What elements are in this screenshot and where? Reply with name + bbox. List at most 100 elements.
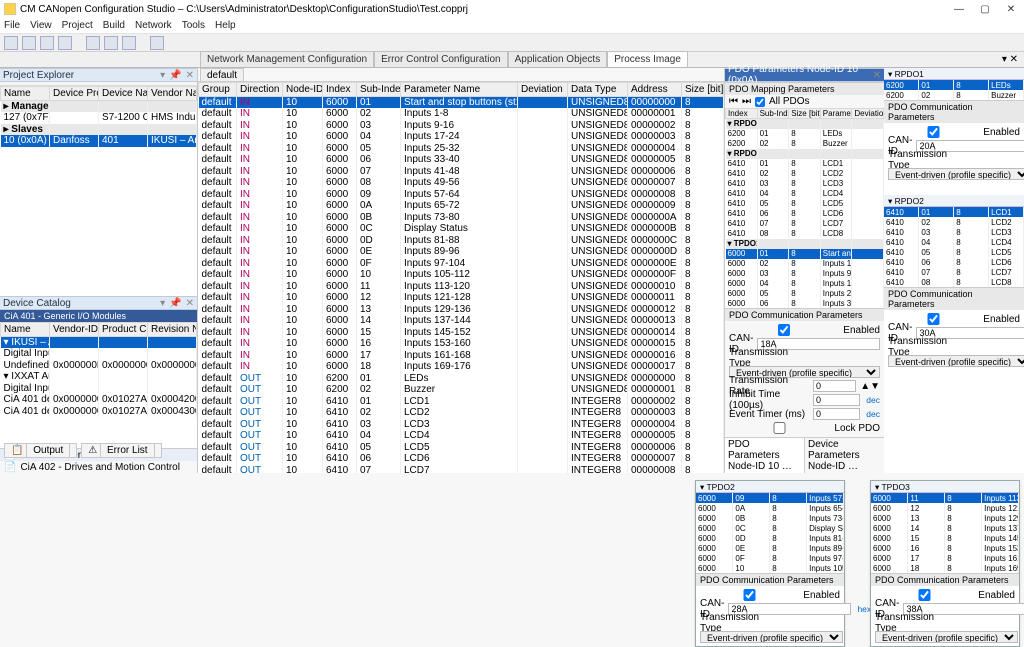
cell[interactable]: 6410 bbox=[323, 419, 357, 431]
cell[interactable]: Undefined bbox=[1, 360, 50, 372]
tt-select[interactable]: Event-driven (profile specific) bbox=[700, 631, 843, 643]
cell[interactable]: Inputs 105-112 bbox=[807, 563, 844, 573]
cell[interactable]: 8 bbox=[954, 257, 989, 267]
cell[interactable]: 03 bbox=[919, 227, 954, 237]
cell[interactable]: LCD1 bbox=[401, 396, 518, 408]
cell[interactable] bbox=[50, 101, 99, 113]
cell[interactable]: OUT bbox=[237, 453, 283, 465]
cell[interactable]: 6410 bbox=[726, 159, 758, 169]
cell[interactable]: 8 bbox=[770, 543, 807, 553]
cell[interactable]: INTEGER8 bbox=[568, 396, 628, 408]
cell[interactable]: 6000 bbox=[696, 533, 733, 543]
cell[interactable]: OUT bbox=[237, 373, 283, 385]
cell[interactable] bbox=[148, 337, 197, 349]
trans-rate-input[interactable] bbox=[813, 380, 856, 392]
tab-application-objects[interactable]: Application Objects bbox=[508, 51, 608, 67]
cell[interactable]: 10 bbox=[283, 200, 323, 212]
tab-overflow[interactable]: ▾ ✕ bbox=[996, 52, 1024, 67]
cell[interactable]: default bbox=[199, 304, 237, 316]
cell[interactable]: Inputs 33-40 bbox=[820, 299, 852, 309]
cell[interactable]: 10 bbox=[283, 154, 323, 166]
menu-build[interactable]: Build bbox=[103, 20, 125, 31]
cell[interactable]: ▾ TPDO1 bbox=[726, 239, 758, 249]
cell[interactable]: 6000 bbox=[323, 315, 357, 327]
cell[interactable] bbox=[50, 371, 99, 383]
cell[interactable]: LEDs bbox=[401, 373, 518, 385]
cell[interactable]: LCD3 bbox=[989, 227, 1024, 237]
cell[interactable]: ▾ RPDO1 bbox=[726, 119, 758, 129]
col-header[interactable]: Index bbox=[726, 109, 758, 119]
cell[interactable]: LCD5 bbox=[401, 442, 518, 454]
cell[interactable] bbox=[518, 430, 568, 442]
cell[interactable]: 8 bbox=[682, 189, 724, 201]
cell[interactable]: 03 bbox=[757, 179, 789, 189]
cell[interactable]: Inputs 169-176 bbox=[401, 361, 518, 373]
cell[interactable]: 8 bbox=[682, 223, 724, 235]
cell[interactable]: Inputs 9-16 bbox=[401, 120, 518, 132]
cell[interactable]: 07 bbox=[919, 267, 954, 277]
cell[interactable]: LEDs bbox=[989, 80, 1024, 90]
cell[interactable]: 8 bbox=[682, 327, 724, 339]
cell[interactable] bbox=[99, 371, 148, 383]
cell[interactable]: UNSIGNED8 bbox=[568, 292, 628, 304]
cell[interactable]: 00000006 bbox=[628, 166, 682, 178]
cell[interactable]: Inputs 113-120 bbox=[982, 493, 1019, 503]
cell[interactable]: 10 bbox=[283, 120, 323, 132]
cell[interactable]: LCD2 bbox=[820, 169, 852, 179]
cell[interactable]: OUT bbox=[237, 419, 283, 431]
cell[interactable]: 6000 bbox=[726, 269, 758, 279]
cell[interactable]: LEDs bbox=[820, 129, 852, 139]
col-header[interactable]: Revision Num… bbox=[148, 323, 197, 337]
cell[interactable]: Digital Input/Digital Output/Analogue In… bbox=[1, 383, 50, 395]
cell[interactable]: IN bbox=[237, 177, 283, 189]
pin-icon[interactable]: 📌 bbox=[169, 70, 181, 81]
cell[interactable]: default bbox=[199, 384, 237, 396]
cell[interactable] bbox=[99, 101, 148, 113]
cell[interactable]: default bbox=[199, 166, 237, 178]
cell[interactable]: 10 bbox=[283, 131, 323, 143]
cell[interactable]: 09 bbox=[733, 493, 770, 503]
cell[interactable]: Inputs 129-136 bbox=[982, 513, 1019, 523]
cell[interactable] bbox=[852, 279, 884, 289]
cell[interactable] bbox=[852, 229, 884, 239]
cell[interactable]: 8 bbox=[945, 543, 982, 553]
close-button[interactable]: ✕ bbox=[1002, 4, 1020, 15]
cell[interactable]: 6410 bbox=[884, 277, 919, 287]
cell[interactable] bbox=[518, 235, 568, 247]
cell[interactable]: 6200 bbox=[884, 90, 919, 100]
cell[interactable]: 10 bbox=[283, 442, 323, 454]
cell[interactable]: LCD7 bbox=[989, 267, 1024, 277]
all-pdos-checkbox[interactable] bbox=[755, 97, 765, 107]
cell[interactable]: 12 bbox=[357, 292, 401, 304]
cell[interactable]: 8 bbox=[789, 249, 821, 259]
cell[interactable]: 10 bbox=[283, 166, 323, 178]
cell[interactable]: 8 bbox=[945, 523, 982, 533]
catalog-tab-402[interactable]: 📄CiA 402 - Drives and Motion Control bbox=[0, 461, 197, 473]
cell[interactable]: 10 bbox=[283, 258, 323, 270]
cell[interactable]: 8 bbox=[682, 430, 724, 442]
cell[interactable]: 0D bbox=[733, 533, 770, 543]
cell[interactable]: 10 bbox=[283, 361, 323, 373]
cell[interactable]: Inputs 161-168 bbox=[401, 350, 518, 362]
cell[interactable] bbox=[518, 361, 568, 373]
cell[interactable]: 10 bbox=[283, 338, 323, 350]
group-dropdown[interactable]: default bbox=[200, 68, 244, 81]
cell[interactable]: 02 bbox=[757, 139, 789, 149]
cell[interactable]: IN bbox=[237, 338, 283, 350]
menu-tools[interactable]: Tools bbox=[182, 20, 205, 31]
cell[interactable]: 05 bbox=[757, 199, 789, 209]
cell[interactable]: 00000017 bbox=[628, 361, 682, 373]
cell[interactable]: LCD6 bbox=[820, 209, 852, 219]
cell[interactable]: UNSIGNED8 bbox=[568, 223, 628, 235]
cell[interactable]: 10 bbox=[283, 396, 323, 408]
cell[interactable] bbox=[99, 124, 148, 136]
inhibit-input[interactable] bbox=[813, 394, 860, 406]
cell[interactable] bbox=[99, 348, 148, 360]
dec-label[interactable]: dec bbox=[866, 395, 880, 405]
cell[interactable]: 8 bbox=[945, 563, 982, 573]
cell[interactable]: Inputs 137-144 bbox=[401, 315, 518, 327]
cell[interactable] bbox=[518, 396, 568, 408]
toolbar-paste-icon[interactable] bbox=[122, 36, 136, 50]
cell[interactable]: 8 bbox=[770, 513, 807, 523]
cell[interactable]: Inputs 1-8 bbox=[820, 259, 852, 269]
